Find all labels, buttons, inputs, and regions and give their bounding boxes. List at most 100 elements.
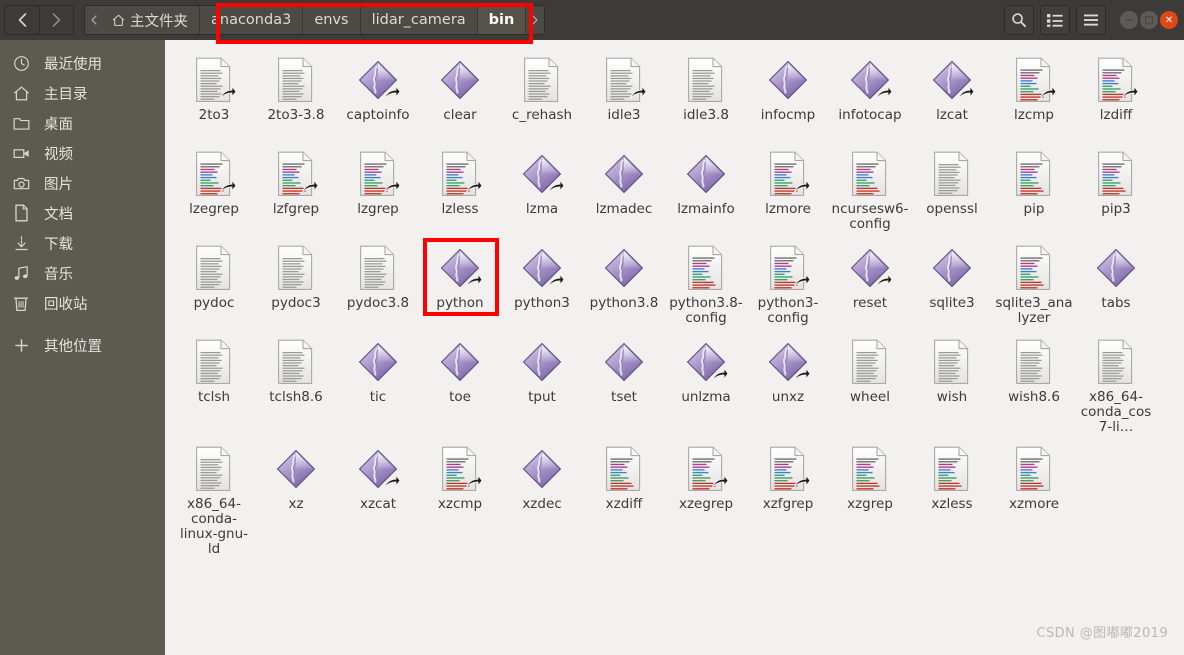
sidebar-item-other-locations[interactable]: 其他位置 [0,330,165,360]
breadcrumb-item-lidar-camera[interactable]: lidar_camera [360,6,478,34]
breadcrumb-item-anaconda3[interactable]: anaconda3 [200,6,304,34]
executable-file-icon [436,56,484,104]
file-item-label: python3.8 [589,295,659,311]
file-item[interactable]: lzmore [747,144,829,234]
file-item[interactable]: xzcat [337,439,419,557]
maximize-button[interactable]: □ [1140,11,1158,29]
file-item[interactable]: lzdiff [1075,50,1157,140]
file-item[interactable]: lzgrep [337,144,419,234]
file-item[interactable]: xzcmp [419,439,501,557]
file-item-label: idle3.8 [683,107,729,123]
file-item[interactable]: 2to3-3.8 [255,50,337,140]
file-item[interactable]: tabs [1075,238,1157,328]
file-item[interactable]: pydoc3 [255,238,337,328]
minimize-button[interactable]: − [1120,11,1138,29]
breadcrumb-item-home[interactable]: 主文件夹 [103,6,200,34]
file-item[interactable]: wish8.6 [993,332,1075,435]
file-item[interactable]: captoinfo [337,50,419,140]
search-button[interactable] [1004,5,1034,35]
file-item[interactable]: xzmore [993,439,1075,557]
file-manager-window: 主文件夹 anaconda3 envs lidar_camera bin − □… [0,0,1184,655]
back-button[interactable] [5,6,39,34]
sidebar-item-videos[interactable]: 视频 [0,138,165,168]
file-item[interactable]: python3 [501,238,583,328]
sidebar-item-home[interactable]: 主目录 [0,78,165,108]
file-item[interactable]: x86_64-conda_cos7-li… [1075,332,1157,435]
file-item[interactable]: lzfgrep [255,144,337,234]
file-item[interactable]: xzdiff [583,439,665,557]
breadcrumb-next-arrow[interactable] [526,6,545,34]
file-item[interactable]: tclsh8.6 [255,332,337,435]
document-file-icon [928,150,976,198]
file-item[interactable]: tset [583,332,665,435]
file-item[interactable]: sqlite3_analyzer [993,238,1075,328]
forward-button[interactable] [39,6,73,34]
file-item[interactable]: ncursesw6-config [829,144,911,234]
file-item-label: lzcat [936,107,968,123]
breadcrumb-item-bin[interactable]: bin [477,6,527,34]
file-item[interactable]: sqlite3 [911,238,993,328]
file-item-label: xzgrep [847,496,893,512]
breadcrumb-prev-arrow[interactable] [85,6,103,34]
file-item[interactable]: tclsh [173,332,255,435]
file-item[interactable]: xzgrep [829,439,911,557]
file-item[interactable]: python3.8 [583,238,665,328]
breadcrumb-label-lidar-camera: lidar_camera [371,12,466,28]
file-item[interactable]: pydoc [173,238,255,328]
sidebar-item-trash[interactable]: 回收站 [0,288,165,318]
file-item[interactable]: wish [911,332,993,435]
file-item[interactable]: lzmainfo [665,144,747,234]
file-item[interactable]: infocmp [747,50,829,140]
breadcrumb-item-envs[interactable]: envs [303,6,361,34]
file-item[interactable]: xzless [911,439,993,557]
file-item[interactable]: tic [337,332,419,435]
file-item[interactable]: 2to3 [173,50,255,140]
file-item[interactable]: x86_64-conda-linux-gnu-ld [173,439,255,557]
file-item[interactable]: idle3 [583,50,665,140]
file-item[interactable]: python3-config [747,238,829,328]
file-item[interactable]: unlzma [665,332,747,435]
close-button[interactable]: ✕ [1160,11,1178,29]
file-item[interactable]: python3.8-config [665,238,747,328]
sidebar-item-music[interactable]: 音乐 [0,258,165,288]
file-item[interactable]: openssl [911,144,993,234]
sidebar-item-desktop[interactable]: 桌面 [0,108,165,138]
document-file-icon [1010,56,1058,104]
file-item[interactable]: lzmadec [583,144,665,234]
file-item[interactable]: lzless [419,144,501,234]
file-item-label: toe [449,389,471,405]
titlebar-actions: − □ ✕ [1004,5,1178,35]
file-item[interactable]: xzfgrep [747,439,829,557]
file-item[interactable]: unxz [747,332,829,435]
view-list-button[interactable] [1040,5,1070,35]
file-item[interactable]: lzegrep [173,144,255,234]
file-item[interactable]: toe [419,332,501,435]
file-item[interactable]: infotocap [829,50,911,140]
file-item[interactable]: xz [255,439,337,557]
file-item[interactable]: reset [829,238,911,328]
folder-icon [12,114,30,132]
file-item[interactable]: pydoc3.8 [337,238,419,328]
document-file-icon [272,150,320,198]
file-item-selected[interactable]: python [419,238,501,328]
file-item[interactable]: xzegrep [665,439,747,557]
file-item[interactable]: lzcmp [993,50,1075,140]
file-item[interactable]: xzdec [501,439,583,557]
sidebar-item-recent[interactable]: 最近使用 [0,48,165,78]
sidebar-item-downloads[interactable]: 下载 [0,228,165,258]
sidebar-item-documents[interactable]: 文档 [0,198,165,228]
file-item[interactable]: tput [501,332,583,435]
file-item[interactable]: lzma [501,144,583,234]
menu-button[interactable] [1076,5,1106,35]
file-item[interactable]: clear [419,50,501,140]
file-item[interactable]: pip [993,144,1075,234]
file-item[interactable]: c_rehash [501,50,583,140]
sidebar-item-pictures[interactable]: 图片 [0,168,165,198]
file-item[interactable]: wheel [829,332,911,435]
file-item[interactable]: idle3.8 [665,50,747,140]
file-item-label: 2to3 [198,107,230,123]
sidebar-item-label: 回收站 [44,296,88,313]
file-item[interactable]: lzcat [911,50,993,140]
file-item[interactable]: pip3 [1075,144,1157,234]
file-item-label: clear [443,107,477,123]
